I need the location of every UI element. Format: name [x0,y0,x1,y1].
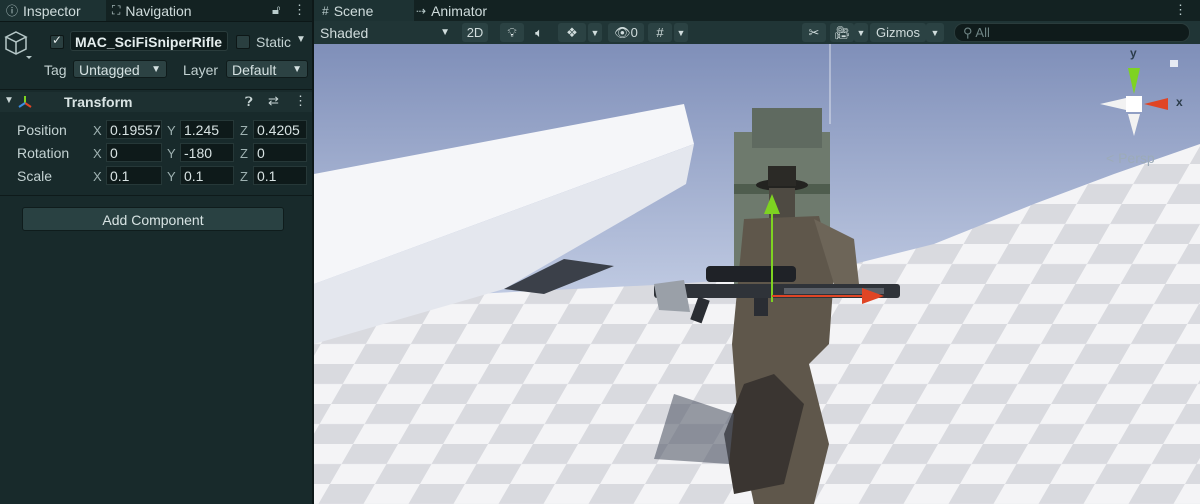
preset-settings-icon[interactable]: ⇄ [268,93,279,109]
animator-icon: ⇢ [416,3,427,18]
more-menu-icon[interactable]: ⋮ [1174,2,1187,18]
layer-dropdown[interactable]: Default ▼ [226,60,308,78]
axis-z-label[interactable]: Z [240,123,248,138]
inspector-tabbar: ⓘ Inspector ⛶ Navigation 🔓︎ ⋮ [0,0,312,22]
scale-x-field[interactable]: 0.1 [106,166,162,185]
rotation-y-field[interactable]: -180 [180,143,234,162]
divider [0,195,312,196]
chevron-down-icon[interactable]: ▼ [926,23,944,42]
tag-label: Tag [44,62,67,78]
grid-snapping-icon[interactable]: # [648,23,672,42]
chevron-down-icon[interactable]: ▼ [588,23,602,42]
gizmos-button[interactable]: Gizmos [870,23,926,42]
search-input[interactable]: ⚲ All [954,23,1190,42]
position-z-field[interactable]: 0.4205 [253,120,307,139]
effects-toggle-icon[interactable]: ❖ [558,23,586,42]
hat [768,166,796,186]
gameobject-cube-icon [4,31,32,59]
scale-z-field[interactable]: 0.1 [253,166,307,185]
scale-label: Scale [17,168,53,184]
gizmo-y-label: y [1130,46,1137,60]
axis-z-label[interactable]: Z [240,169,248,184]
object-name-field[interactable]: MAC_SciFiSniperRifle [70,31,228,51]
rotation-label: Rotation [17,145,70,161]
inspector-panel: ⓘ Inspector ⛶ Navigation 🔓︎ ⋮ MAC_SciFiS… [0,0,312,504]
position-x-field[interactable]: 0.19557 [106,120,162,139]
tab-inspector[interactable]: ⓘ Inspector [0,0,106,21]
position-y-field[interactable]: 1.245 [180,120,234,139]
help-icon[interactable]: ❓︎ [245,94,253,110]
scene-toolbar: Shaded ▼ 2D 💡︎ 🔈︎ ❖ ▼ 👁︎ 0 # ▼ ✂︎ 🎥︎ ▼ G… [314,21,1200,45]
audio-toggle-icon[interactable]: 🔈︎ [528,23,550,42]
transform-axes-icon [18,96,32,108]
static-label[interactable]: Static [256,34,291,50]
axis-x-label[interactable]: X [93,123,102,138]
gizmo-x-label: x [1176,95,1183,109]
scale-y-field[interactable]: 0.1 [180,166,234,185]
chevron-down-icon: ▼ [292,64,302,75]
tab-navigation[interactable]: ⛶ Navigation [112,0,232,21]
tab-scene[interactable]: # Scene [314,0,414,21]
axis-y-label[interactable]: Y [167,123,176,138]
tag-dropdown[interactable]: Untagged ▼ [73,60,167,78]
add-component-button[interactable]: Add Component [22,207,284,231]
chevron-down-icon[interactable]: ▼ [854,23,868,42]
eye-slash-icon: 👁︎ [614,24,631,40]
lighting-toggle-icon[interactable]: 💡︎ [500,23,524,42]
chevron-down-icon: ▼ [151,64,161,75]
toggle-2d-button[interactable]: 2D [462,23,488,42]
transform-header[interactable]: ▼ Transform ❓︎ ⇄ ⋮ [0,92,312,112]
foldout-arrow-icon[interactable]: ▼ [4,95,14,106]
scene-tabbar: # Scene ⇢ Animator ⋮ [314,0,1200,22]
chevron-down-icon[interactable]: ▼ [674,23,688,42]
lock-icon[interactable]: 🔓︎ [272,2,280,18]
more-menu-icon[interactable]: ⋮ [294,93,307,109]
position-label: Position [17,122,67,138]
grid-icon: # [322,3,329,18]
chevron-down-icon: ▼ [440,27,450,38]
axis-x-label[interactable]: X [93,146,102,161]
shading-mode-dropdown[interactable]: Shaded ▼ [320,21,450,44]
more-menu-icon[interactable]: ⋮ [293,2,306,18]
tower-top [752,108,822,148]
rotation-z-field[interactable]: 0 [253,143,307,162]
scene-visibility-button[interactable]: 👁︎ 0 [608,23,644,42]
info-icon: ⓘ [6,4,19,18]
axis-z-label[interactable]: Z [240,146,248,161]
search-icon: ⚲ [963,25,976,40]
axis-y-label[interactable]: Y [167,146,176,161]
scene-viewport[interactable]: y x < Persp [314,44,1200,504]
divider [0,89,312,90]
transform-title: Transform [64,94,133,110]
projection-toggle[interactable]: < Persp [1106,150,1155,166]
static-dropdown-icon[interactable]: ▼ [296,34,306,45]
camera-icon[interactable]: 🎥︎ [830,23,854,42]
rotation-x-field[interactable]: 0 [106,143,162,162]
scene-render [314,44,1200,504]
navigation-icon: ⛶ [112,3,121,17]
layer-label: Layer [183,62,219,78]
active-checkbox[interactable] [50,33,64,49]
axis-x-label[interactable]: X [93,169,102,184]
axis-y-label[interactable]: Y [167,169,176,184]
tools-icon[interactable]: ✂︎ [802,23,826,42]
gizmo-lock-icon[interactable] [1170,60,1178,67]
scene-panel: # Scene ⇢ Animator ⋮ Shaded ▼ 2D 💡︎ 🔈︎ ❖… [314,0,1200,504]
tab-animator[interactable]: ⇢ Animator [416,0,516,21]
static-checkbox[interactable] [236,35,250,49]
